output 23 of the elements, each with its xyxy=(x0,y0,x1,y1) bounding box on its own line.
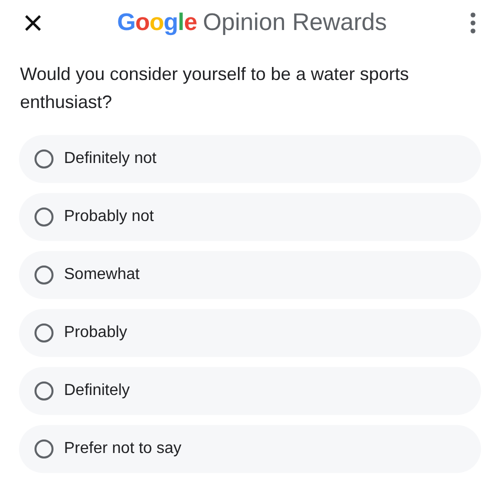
logo-wordmark: Google xyxy=(117,8,197,38)
answer-option[interactable]: Definitely xyxy=(19,367,481,415)
more-options-icon[interactable] xyxy=(470,12,476,34)
app-title: Opinion Rewards xyxy=(202,8,387,38)
option-label: Probably not xyxy=(64,207,154,227)
close-icon[interactable] xyxy=(24,14,42,32)
answer-option[interactable]: Somewhat xyxy=(19,251,481,299)
answer-option[interactable]: Definitely not xyxy=(19,135,481,183)
answer-option[interactable]: Probably not xyxy=(19,193,481,241)
radio-button[interactable] xyxy=(34,381,54,401)
radio-button[interactable] xyxy=(34,323,54,343)
answer-option[interactable]: Prefer not to say xyxy=(19,425,481,473)
option-label: Definitely not xyxy=(64,149,156,169)
radio-button[interactable] xyxy=(34,439,54,459)
option-label: Somewhat xyxy=(64,265,140,285)
answer-option[interactable]: Probably xyxy=(19,309,481,357)
radio-button[interactable] xyxy=(34,149,54,169)
radio-button[interactable] xyxy=(34,265,54,285)
radio-button[interactable] xyxy=(34,207,54,227)
option-label: Probably xyxy=(64,323,128,343)
option-label: Prefer not to say xyxy=(64,439,182,459)
question-text: Would you consider yourself to be a water sports enthusiast? xyxy=(19,63,410,114)
option-label: Definitely xyxy=(64,381,130,401)
